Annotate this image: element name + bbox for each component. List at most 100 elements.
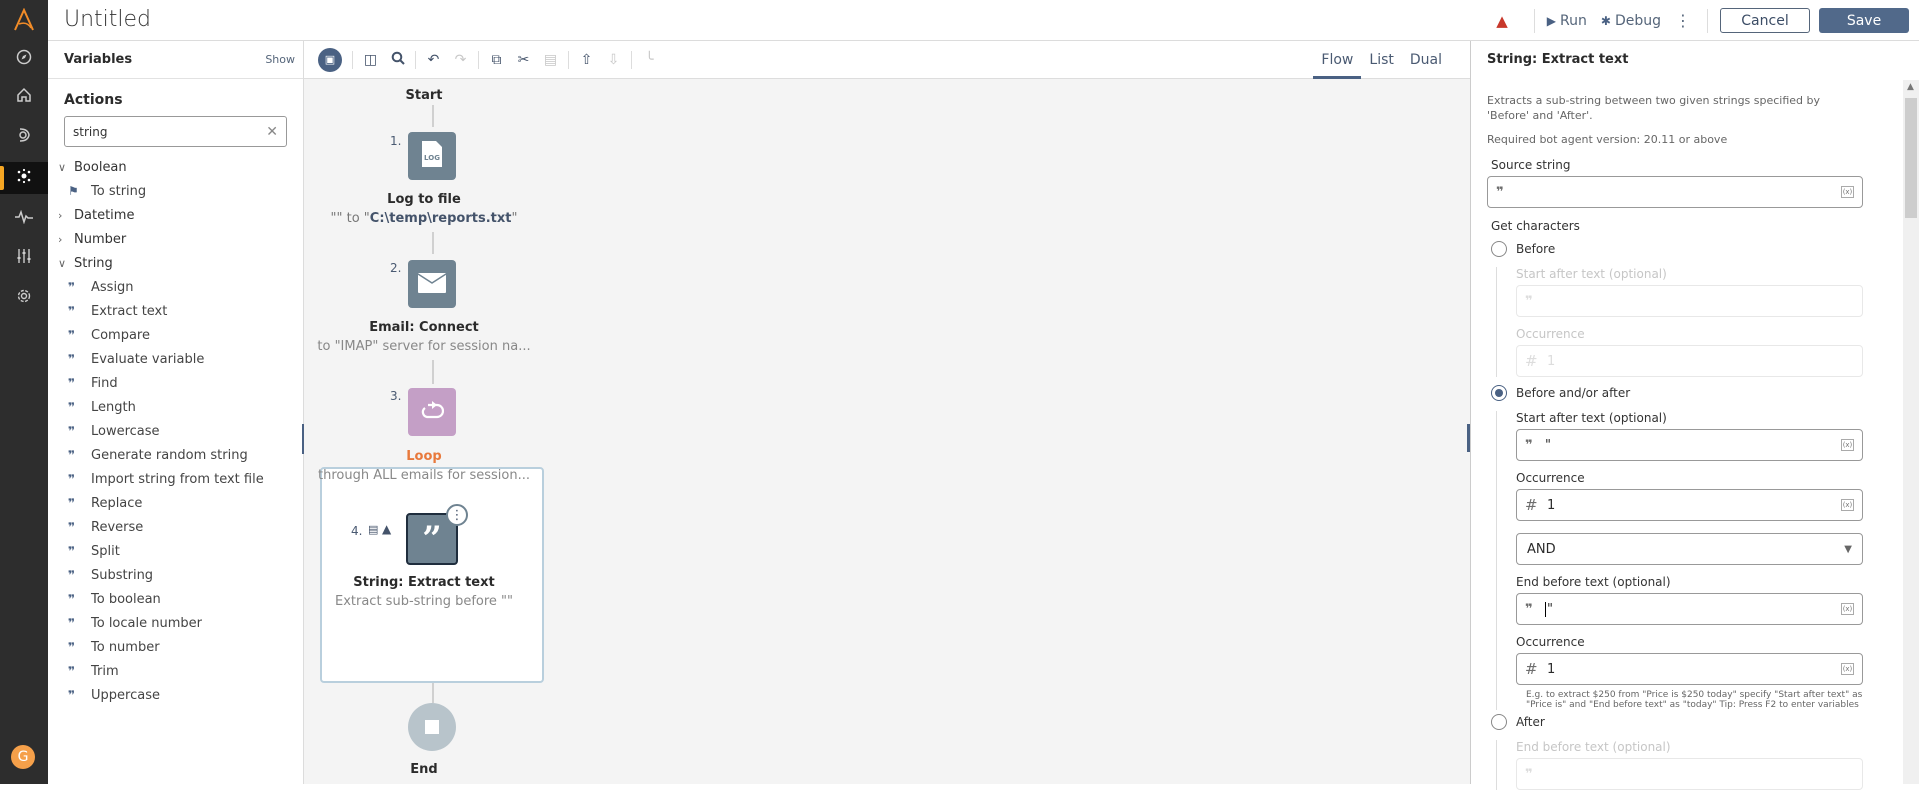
nav-administration[interactable] [0, 282, 48, 314]
action-item[interactable]: ❞ Assign [48, 275, 303, 299]
action-item[interactable]: ❞ Length [48, 395, 303, 419]
properties-scrollbar[interactable]: ▲ [1903, 80, 1919, 784]
before-occurrence-field: #1 [1516, 345, 1863, 377]
insert-variable-icon[interactable]: (x) [1841, 603, 1854, 615]
redo-button[interactable]: ↷ [447, 48, 474, 72]
record-button[interactable]: ▣ [318, 47, 342, 72]
category-string[interactable]: ∨ String [48, 251, 303, 275]
action-item[interactable]: ❞ Replace [48, 491, 303, 515]
nav-activity[interactable] [0, 202, 48, 234]
cancel-button[interactable]: Cancel [1720, 8, 1810, 33]
category-number[interactable]: › Number [48, 227, 303, 251]
action-search-input[interactable] [73, 124, 267, 139]
action-item[interactable]: ❞ To locale number [48, 611, 303, 635]
user-avatar[interactable]: G [11, 745, 35, 769]
paste-button[interactable]: ▤ [537, 48, 564, 72]
insert-variable-icon[interactable]: (x) [1841, 439, 1854, 451]
show-variables-link[interactable]: Show [265, 53, 295, 66]
disable-button[interactable]: ╰ [636, 48, 663, 72]
action-item[interactable]: ❞ To boolean [48, 587, 303, 611]
radio-before-and-after[interactable] [1491, 385, 1507, 401]
action-label: Find [91, 375, 118, 391]
run-label: Run [1560, 12, 1587, 29]
tab-list[interactable]: List [1361, 41, 1401, 79]
quote-icon: ❞ [68, 328, 76, 342]
end-occurrence-field[interactable]: #1 (x) [1516, 653, 1863, 685]
action-item[interactable]: ❞ Extract text [48, 299, 303, 323]
category-boolean[interactable]: ∨ Boolean [48, 155, 303, 179]
nav-home[interactable] [0, 81, 48, 113]
action-item[interactable]: ❞ Substring [48, 563, 303, 587]
action-item[interactable]: ❞ Import string from text file [48, 467, 303, 491]
insert-variable-icon[interactable]: (x) [1841, 186, 1854, 198]
action-label: Import string from text file [91, 471, 264, 487]
action-label: Assign [91, 279, 134, 295]
debug-button[interactable]: ✱ Debug [1601, 13, 1661, 29]
option-before[interactable]: Before [1491, 241, 1863, 257]
action-item[interactable]: ❞ Evaluate variable [48, 347, 303, 371]
start-occurrence-field[interactable]: #1 (x) [1516, 489, 1863, 521]
insert-variable-icon[interactable]: (x) [1841, 499, 1854, 511]
quote-icon: ❞ [68, 640, 76, 654]
action-item[interactable]: ❞ Trim [48, 659, 303, 683]
option-before-and-after[interactable]: Before and/or after [1491, 385, 1863, 401]
export-button[interactable]: ⇧ [573, 48, 600, 72]
source-string-field[interactable]: ❞ (x) [1487, 176, 1863, 208]
start-after-field[interactable]: ❞ " (x) [1516, 429, 1863, 461]
after-end-before-field: ❞ [1516, 758, 1863, 790]
node-loop[interactable] [408, 388, 456, 436]
clear-search-icon[interactable]: ✕ [266, 124, 278, 140]
end-node[interactable] [408, 703, 456, 751]
action-item[interactable]: ❞ To number [48, 635, 303, 659]
warning-icon[interactable]: ▲ [1496, 12, 1508, 30]
quote-icon: ❞ [1525, 293, 1533, 309]
radio-before[interactable] [1491, 241, 1507, 257]
node-menu-button[interactable]: ⋮ [446, 504, 468, 526]
radio-after[interactable] [1491, 714, 1507, 730]
scroll-up-icon[interactable]: ▲ [1907, 82, 1914, 92]
action-item[interactable]: ⚑ To string [48, 179, 303, 203]
action-label: Compare [91, 327, 150, 343]
undo-button[interactable]: ↶ [420, 48, 447, 72]
insert-variable-icon[interactable]: (x) [1841, 663, 1854, 675]
end-before-label: End before text (optional) [1516, 740, 1671, 754]
action-item[interactable]: ❞ Generate random string [48, 443, 303, 467]
tab-dual[interactable]: Dual [1402, 41, 1450, 79]
cut-button[interactable]: ✂ [510, 48, 537, 72]
app-logo[interactable] [0, 0, 48, 40]
copy-icon: ⧉ [491, 51, 502, 68]
chevron-right-icon: › [58, 208, 63, 222]
end-before-field[interactable]: ❞ " (x) [1516, 593, 1863, 625]
nav-explore[interactable] [0, 43, 48, 75]
camera-icon: ▣ [324, 53, 336, 66]
nav-bot-editor[interactable] [0, 162, 48, 194]
action-item[interactable]: ❞ Reverse [48, 515, 303, 539]
import-button[interactable]: ⇩ [600, 48, 627, 72]
category-datetime[interactable]: › Datetime [48, 203, 303, 227]
envelope-icon [417, 271, 447, 297]
more-options-icon[interactable]: ⋮ [1675, 11, 1691, 30]
action-item[interactable]: ❞ Split [48, 539, 303, 563]
search-button[interactable] [384, 48, 411, 72]
action-item[interactable]: ❞ Lowercase [48, 419, 303, 443]
nav-automation[interactable] [0, 121, 48, 153]
bot-title[interactable]: Untitled [64, 7, 151, 32]
run-button[interactable]: ▶ Run [1547, 13, 1587, 29]
variables-header: Variables Show [48, 41, 303, 79]
scrollbar-thumb[interactable] [1905, 98, 1917, 218]
node-email-connect[interactable] [408, 260, 456, 308]
save-button[interactable]: Save [1819, 8, 1909, 33]
caret-down-icon: ▼ [1844, 543, 1852, 555]
action-label: Length [91, 399, 136, 415]
operator-select[interactable]: AND ▼ [1516, 533, 1863, 565]
action-item[interactable]: ❞ Find [48, 371, 303, 395]
action-item[interactable]: ❞ Uppercase [48, 683, 303, 707]
action-item[interactable]: ❞ Compare [48, 323, 303, 347]
node-number: 4. [351, 524, 363, 538]
node-log-to-file[interactable]: LOG [408, 132, 456, 180]
tab-flow[interactable]: Flow [1313, 41, 1362, 79]
find-in-flow-button[interactable]: ◫ [357, 48, 384, 72]
option-after[interactable]: After [1491, 714, 1863, 730]
copy-button[interactable]: ⧉ [483, 48, 510, 72]
nav-manage[interactable] [0, 242, 48, 274]
